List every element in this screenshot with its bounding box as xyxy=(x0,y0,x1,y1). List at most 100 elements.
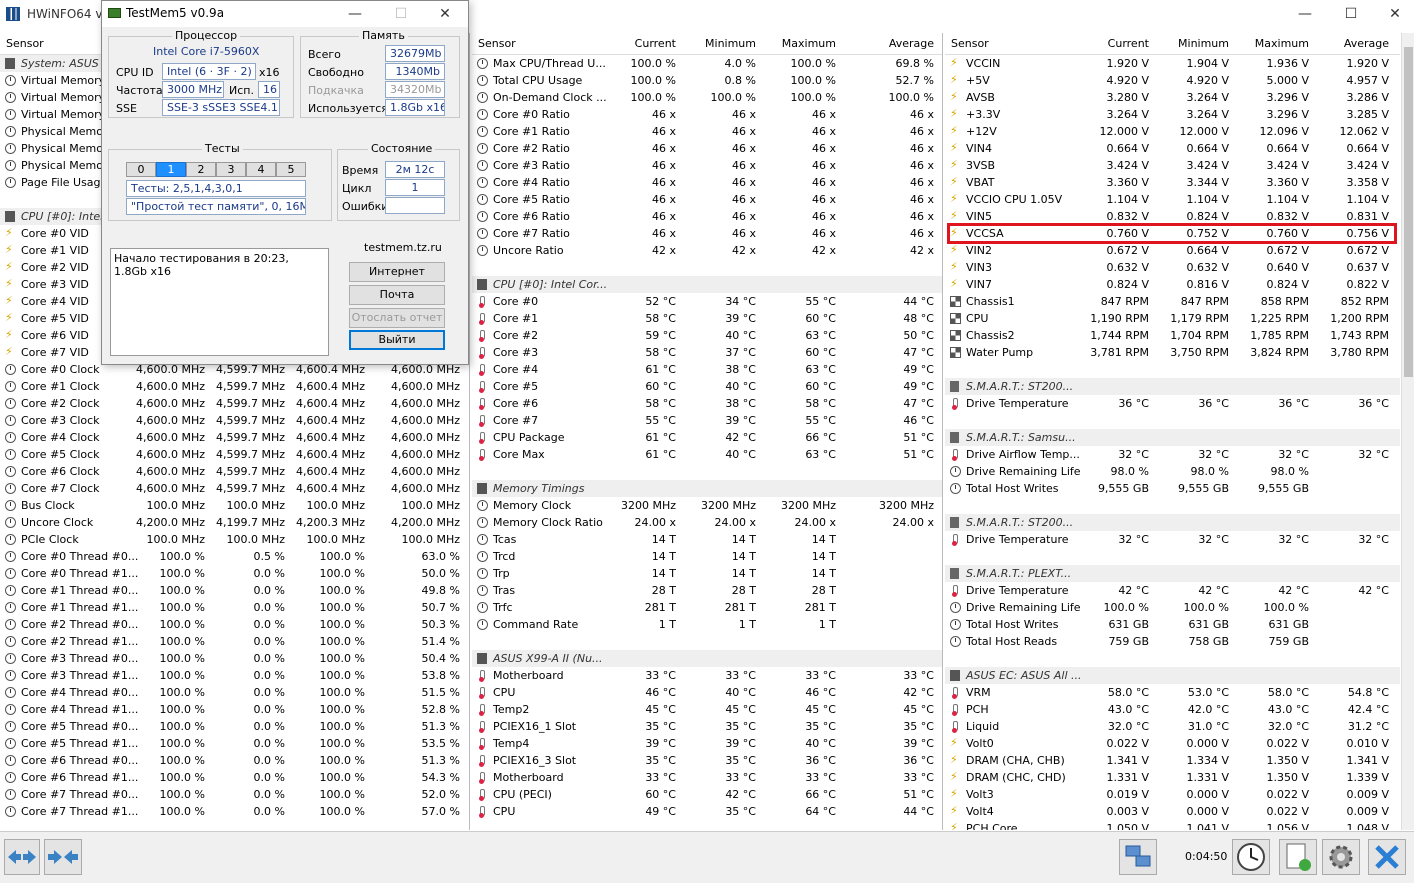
testmem-window[interactable]: TestMem5 v0.9a — ☐ ✕ Процессор Intel Cor… xyxy=(101,0,469,365)
testmem-minimize-button[interactable]: — xyxy=(332,1,378,27)
arrows-expand-icon[interactable] xyxy=(4,839,40,875)
sensor-group-row[interactable]: S.M.A.R.T.: Samsu... xyxy=(945,429,1400,446)
table-row[interactable]: VIN5 0.832 V 0.824 V 0.832 V 0.831 V xyxy=(945,208,1400,225)
table-row[interactable]: Drive Airflow Temp... 32 °C 32 °C 32 °C 32 °… xyxy=(945,446,1400,463)
table-row[interactable]: Core #6 Clock 4,600.0 MHz 4,599.7 MHz 4,600… xyxy=(0,463,469,480)
sensor-group-row[interactable]: Memory Timings xyxy=(472,480,942,497)
clock-icon[interactable] xyxy=(1232,839,1270,875)
table-row[interactable]: Core #0 Thread #0... 100.0 % 0.5 % 100.0 % 6… xyxy=(0,548,469,565)
close-button[interactable]: ✕ xyxy=(1372,0,1414,29)
table-row[interactable]: Core #4 Ratio 46 x 46 x 46 x 46 x xyxy=(472,174,942,191)
table-row[interactable]: Core #6 58 °C 38 °C 58 °C 47 °C xyxy=(472,395,942,412)
table-row[interactable]: VBAT 3.360 V 3.344 V 3.360 V 3.358 V xyxy=(945,174,1400,191)
table-row[interactable]: Core #2 Clock 4,600.0 MHz 4,599.7 MHz 4,600… xyxy=(0,395,469,412)
table-row[interactable]: Core #1 58 °C 39 °C 60 °C 48 °C xyxy=(472,310,942,327)
table-row[interactable]: Core #5 Thread #0... 100.0 % 0.0 % 100.0 % 5… xyxy=(0,718,469,735)
sensor-group-row[interactable]: S.M.A.R.T.: ST200... xyxy=(945,514,1400,531)
column-header-average[interactable]: Average xyxy=(1315,37,1389,50)
table-row[interactable]: Volt4 0.003 V 0.000 V 0.022 V 0.009 V xyxy=(945,803,1400,820)
table-row[interactable]: Chassis2 1,744 RPM 1,704 RPM 1,785 RPM 1,743… xyxy=(945,327,1400,344)
table-row[interactable]: Core #7 Thread #1... 100.0 % 0.0 % 100.0 % 5… xyxy=(0,803,469,820)
table-row[interactable]: Temp4 39 °C 39 °C 40 °C 39 °C xyxy=(472,735,942,752)
table-row[interactable]: Core #2 Thread #0... 100.0 % 0.0 % 100.0 % 5… xyxy=(0,616,469,633)
vertical-scrollbar[interactable] xyxy=(1401,33,1414,830)
sensor-group-row[interactable]: CPU [#0]: Intel Cor... xyxy=(472,276,942,293)
table-row[interactable]: VIN3 0.632 V 0.632 V 0.640 V 0.637 V xyxy=(945,259,1400,276)
table-row[interactable]: Drive Temperature 42 °C 42 °C 42 °C 42 °C xyxy=(945,582,1400,599)
table-row[interactable]: CPU (PECI) 60 °C 42 °C 66 °C 51 °C xyxy=(472,786,942,803)
test-tab-1[interactable]: 1 xyxy=(156,162,186,177)
table-row[interactable]: +3.3V 3.264 V 3.264 V 3.296 V 3.285 V xyxy=(945,106,1400,123)
table-row[interactable]: CPU Package 61 °C 42 °C 66 °C 51 °C xyxy=(472,429,942,446)
table-row[interactable]: VCCIO CPU 1.05V 1.104 V 1.104 V 1.104 V 1.10… xyxy=(945,191,1400,208)
table-row[interactable]: Water Pump 3,781 RPM 3,750 RPM 3,824 RPM 3,7… xyxy=(945,344,1400,361)
scrollbar-thumb[interactable] xyxy=(1404,47,1413,377)
column-header-maximum[interactable]: Maximum xyxy=(1235,37,1309,50)
table-row[interactable]: +5V 4.920 V 4.920 V 5.000 V 4.957 V xyxy=(945,72,1400,89)
table-row[interactable]: Volt3 0.019 V 0.000 V 0.022 V 0.009 V xyxy=(945,786,1400,803)
table-row[interactable]: Drive Temperature 36 °C 36 °C 36 °C 36 °C xyxy=(945,395,1400,412)
sensor-group-row[interactable]: ASUS X99-A II (Nu... xyxy=(472,650,942,667)
table-row[interactable]: CPU 46 °C 40 °C 46 °C 42 °C xyxy=(472,684,942,701)
table-row[interactable]: DRAM (CHA, CHB) 1.341 V 1.334 V 1.350 V 1.34… xyxy=(945,752,1400,769)
table-row[interactable]: Total Host Writes 9,555 GB 9,555 GB 9,555 G… xyxy=(945,480,1400,497)
table-row[interactable]: Core #6 Thread #1... 100.0 % 0.0 % 100.0 % 5… xyxy=(0,769,469,786)
column-header-current[interactable]: Current xyxy=(602,37,676,50)
table-row[interactable]: Max CPU/Thread U... 100.0 % 4.0 % 100.0 % 69… xyxy=(472,55,942,72)
table-row[interactable]: Volt0 0.022 V 0.000 V 0.022 V 0.010 V xyxy=(945,735,1400,752)
column-header-sensor[interactable]: Sensor xyxy=(6,37,44,50)
table-row[interactable]: Memory Clock 3200 MHz 3200 MHz 3200 MHz 3200… xyxy=(472,497,942,514)
column-header-current[interactable]: Current xyxy=(1075,37,1149,50)
sensor-group-row[interactable]: ASUS EC: ASUS All ... xyxy=(945,667,1400,684)
test-tab-4[interactable]: 4 xyxy=(246,162,276,177)
table-row[interactable]: Total Host Writes 631 GB 631 GB 631 GB xyxy=(945,616,1400,633)
table-row[interactable]: Core #6 Thread #0... 100.0 % 0.0 % 100.0 % 5… xyxy=(0,752,469,769)
table-row[interactable]: Motherboard 33 °C 33 °C 33 °C 33 °C xyxy=(472,667,942,684)
table-row[interactable]: VCCIN 1.920 V 1.904 V 1.936 V 1.920 V xyxy=(945,55,1400,72)
column-header-minimum[interactable]: Minimum xyxy=(1155,37,1229,50)
table-row[interactable]: Core #4 Clock 4,600.0 MHz 4,599.7 MHz 4,600… xyxy=(0,429,469,446)
table-row[interactable]: Temp2 45 °C 45 °C 45 °C 45 °C xyxy=(472,701,942,718)
table-row[interactable]: Core Max 61 °C 40 °C 63 °C 51 °C xyxy=(472,446,942,463)
table-row[interactable]: Core #7 55 °C 39 °C 55 °C 46 °C xyxy=(472,412,942,429)
table-row[interactable]: Core #1 Thread #1... 100.0 % 0.0 % 100.0 % 5… xyxy=(0,599,469,616)
table-row[interactable]: Core #3 Thread #0... 100.0 % 0.0 % 100.0 % 5… xyxy=(0,650,469,667)
minimize-button[interactable]: — xyxy=(1282,0,1328,29)
mail-button[interactable]: Почта xyxy=(349,285,445,305)
table-row[interactable]: Drive Remaining Life 100.0 % 100.0 % 100.0 … xyxy=(945,599,1400,616)
table-row[interactable]: VIN4 0.664 V 0.664 V 0.664 V 0.664 V xyxy=(945,140,1400,157)
table-row[interactable]: Memory Clock Ratio 24.00 x 24.00 x 24.00 x 2… xyxy=(472,514,942,531)
maximize-button[interactable]: ☐ xyxy=(1328,0,1374,29)
table-row[interactable]: Core #3 Thread #1... 100.0 % 0.0 % 100.0 % 5… xyxy=(0,667,469,684)
table-row[interactable]: VIN7 0.824 V 0.816 V 0.824 V 0.822 V xyxy=(945,276,1400,293)
column-header-sensor[interactable]: Sensor xyxy=(951,37,989,50)
table-row[interactable]: +12V 12.000 V 12.000 V 12.096 V 12.062 V xyxy=(945,123,1400,140)
internet-button[interactable]: Интернет xyxy=(349,262,445,282)
table-row[interactable]: Core #0 Thread #1... 100.0 % 0.0 % 100.0 % 5… xyxy=(0,565,469,582)
table-row[interactable]: Drive Temperature 32 °C 32 °C 32 °C 32 °C xyxy=(945,531,1400,548)
table-row[interactable]: PCIe Clock 100.0 MHz 100.0 MHz 100.0 MHz 100… xyxy=(0,531,469,548)
column-header-maximum[interactable]: Maximum xyxy=(762,37,836,50)
close-x-icon[interactable] xyxy=(1368,839,1406,875)
table-row[interactable]: CPU 49 °C 35 °C 64 °C 44 °C xyxy=(472,803,942,820)
table-row[interactable]: Total Host Reads 759 GB 758 GB 759 GB xyxy=(945,633,1400,650)
table-row[interactable]: 3VSB 3.424 V 3.424 V 3.424 V 3.424 V xyxy=(945,157,1400,174)
table-row[interactable]: Core #4 Thread #0... 100.0 % 0.0 % 100.0 % 5… xyxy=(0,684,469,701)
table-row[interactable]: PCH Core 1.050 V 1.041 V 1.056 V 1.048 V xyxy=(945,820,1400,830)
log-textarea[interactable]: Начало тестирования в 20:23, 1.8Gb x16 xyxy=(110,248,329,356)
table-row[interactable]: Core #5 Clock 4,600.0 MHz 4,599.7 MHz 4,600… xyxy=(0,446,469,463)
table-row[interactable]: Core #2 Ratio 46 x 46 x 46 x 46 x xyxy=(472,140,942,157)
table-row[interactable]: Core #3 Clock 4,600.0 MHz 4,599.7 MHz 4,600… xyxy=(0,412,469,429)
table-row[interactable]: Chassis1 847 RPM 847 RPM 858 RPM 852 RPM xyxy=(945,293,1400,310)
table-row[interactable]: Trcd 14 T 14 T 14 T xyxy=(472,548,942,565)
sensor-group-row[interactable]: S.M.A.R.T.: ST200... xyxy=(945,378,1400,395)
table-row[interactable]: Core #0 Ratio 46 x 46 x 46 x 46 x xyxy=(472,106,942,123)
table-row[interactable]: PCH 43.0 °C 42.0 °C 43.0 °C 42.4 °C xyxy=(945,701,1400,718)
table-row[interactable]: CPU 1,190 RPM 1,179 RPM 1,225 RPM 1,200 RPM xyxy=(945,310,1400,327)
column-header-minimum[interactable]: Minimum xyxy=(682,37,756,50)
table-row[interactable]: Total CPU Usage 100.0 % 0.8 % 100.0 % 52.7 % xyxy=(472,72,942,89)
table-row[interactable]: Liquid 32.0 °C 31.0 °C 32.0 °C 31.2 °C xyxy=(945,718,1400,735)
table-row[interactable]: Core #5 Thread #1... 100.0 % 0.0 % 100.0 % 5… xyxy=(0,735,469,752)
testmem-close-button[interactable]: ✕ xyxy=(422,1,468,27)
table-row[interactable]: Core #1 Clock 4,600.0 MHz 4,599.7 MHz 4,600… xyxy=(0,378,469,395)
